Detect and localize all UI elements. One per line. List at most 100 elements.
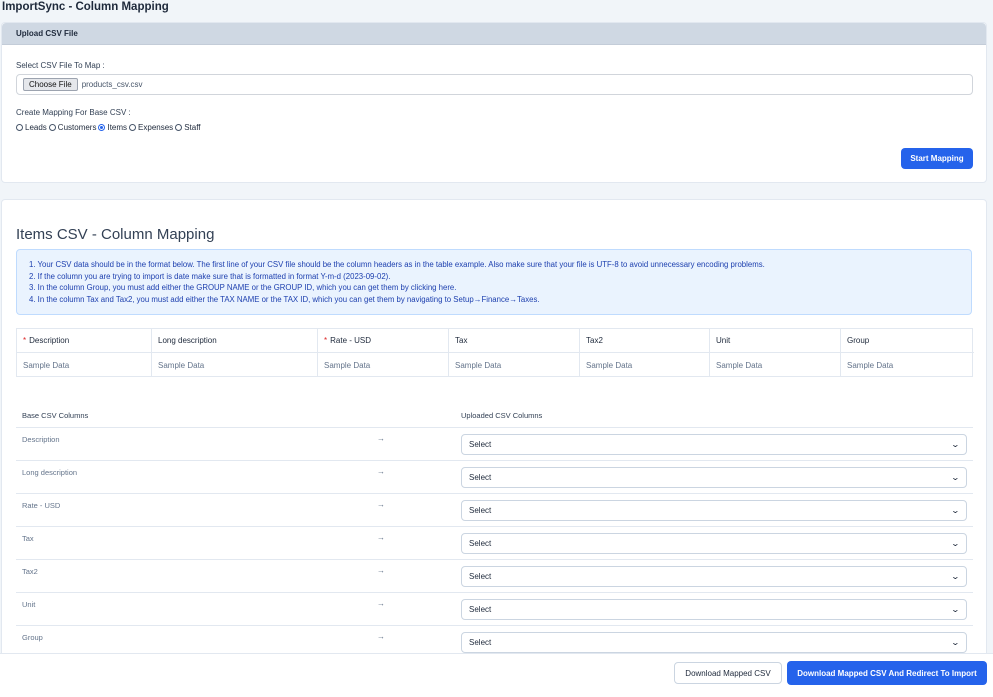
select-value: Select <box>469 506 492 515</box>
chevron-down-icon: ⌄ <box>950 506 961 515</box>
chevron-down-icon: ⌄ <box>950 440 961 449</box>
instructions-notice: 1. Your CSV data should be in the format… <box>16 249 972 315</box>
radio-button[interactable] <box>16 124 23 131</box>
column-select[interactable]: Select ⌄ <box>461 467 967 488</box>
sample-cell: Sample Data <box>449 353 580 377</box>
instruction-line: 3. In the column Group, you must add eit… <box>29 283 457 292</box>
instruction-line: 4. In the column Tax and Tax2, you must … <box>29 294 540 304</box>
sample-cell: Sample Data <box>318 353 449 377</box>
radio-staff[interactable]: Staff <box>175 123 202 132</box>
radio-leads[interactable]: Leads <box>16 123 49 132</box>
arrow-right-icon: → <box>377 467 385 476</box>
select-value: Select <box>469 572 492 581</box>
sample-cell: Sample Data <box>580 353 710 377</box>
radio-label: Customers <box>57 123 97 132</box>
required-marker: * <box>324 336 328 345</box>
chevron-down-icon: ⌄ <box>950 638 961 647</box>
file-input[interactable]: Choose File products_csv.csv <box>16 74 973 95</box>
download-mapped-csv-button[interactable]: Download Mapped CSV <box>674 662 782 684</box>
base-column-label: Description <box>22 435 60 444</box>
sample-header-label: Unit <box>716 336 731 345</box>
sample-header-label: Tax2 <box>586 336 603 345</box>
column-select[interactable]: Select ⌄ <box>461 566 967 587</box>
required-marker: * <box>23 336 27 345</box>
column-select[interactable]: Select ⌄ <box>461 500 967 521</box>
sample-header-label: Group <box>847 336 870 345</box>
column-select[interactable]: Select ⌄ <box>461 434 967 455</box>
base-column-label: Long description <box>22 468 78 477</box>
select-value: Select <box>469 638 492 647</box>
sample-header: Tax2 <box>580 329 710 353</box>
divider <box>16 526 973 527</box>
file-label: Select CSV File To Map : <box>16 61 105 70</box>
arrow-right-icon: → <box>377 566 385 575</box>
start-mapping-button[interactable]: Start Mapping <box>901 148 973 169</box>
upload-card: Upload CSV File Select CSV File To Map :… <box>1 22 987 183</box>
chevron-down-icon: ⌄ <box>950 572 961 581</box>
sample-table: * Description Long description * Rate - US… <box>16 328 974 377</box>
base-column-label: Tax2 <box>22 567 38 576</box>
chevron-down-icon: ⌄ <box>950 605 961 614</box>
radio-button[interactable] <box>98 124 106 131</box>
radio-label: Items <box>107 123 128 132</box>
download-and-redirect-button[interactable]: Download Mapped CSV And Redirect To Impo… <box>787 661 987 685</box>
radio-label: Expenses <box>138 123 174 132</box>
chevron-down-icon: ⌄ <box>950 539 961 548</box>
sample-cell: Sample Data <box>847 360 894 370</box>
base-column-label: Tax <box>22 534 34 543</box>
divider <box>16 592 973 593</box>
select-value: Select <box>469 473 492 482</box>
sample-header: Unit <box>710 329 841 353</box>
action-footer: Download Mapped CSV Download Mapped CSV … <box>0 653 993 697</box>
radio-customers[interactable]: Customers <box>48 123 99 132</box>
radio-label: Leads <box>25 123 47 132</box>
arrow-right-icon: → <box>377 434 385 443</box>
base-csv-radio-group: Leads Customers Items Expenses Staff <box>16 123 203 132</box>
arrow-right-icon: → <box>377 632 385 641</box>
sample-header: * Rate - USD <box>318 329 449 353</box>
select-value: Select <box>469 539 492 548</box>
sample-cell: Sample Data <box>152 353 318 377</box>
radio-button[interactable] <box>129 124 137 131</box>
sample-header-label: Tax <box>455 336 468 345</box>
sample-header-label: Rate - USD <box>330 336 372 345</box>
radio-expenses[interactable]: Expenses <box>129 123 175 132</box>
divider <box>16 625 973 626</box>
radio-items[interactable]: Items <box>98 123 129 132</box>
divider <box>16 559 973 560</box>
upload-card-header: Upload CSV File <box>2 23 986 45</box>
sample-header: Long description <box>152 329 318 353</box>
page-title: ImportSync - Column Mapping <box>2 1 169 13</box>
sample-header-label: Description <box>29 336 70 345</box>
radio-button[interactable] <box>175 124 183 131</box>
file-name: products_csv.csv <box>81 80 143 89</box>
select-value: Select <box>469 605 492 614</box>
choose-file-button[interactable]: Choose File <box>23 78 78 91</box>
base-column-label: Unit <box>22 600 36 609</box>
sample-cell: Sample Data <box>17 353 152 377</box>
sample-header: Group <box>841 329 974 353</box>
mapping-title: Items CSV - Column Mapping <box>16 226 215 243</box>
divider <box>16 493 973 494</box>
radio-button[interactable] <box>48 124 56 131</box>
column-select[interactable]: Select ⌄ <box>461 632 967 653</box>
sample-header: Tax <box>449 329 580 353</box>
instruction-line: 2. If the column you are trying to impor… <box>29 271 391 281</box>
instruction-line: 1. Your CSV data should be in the format… <box>29 260 765 269</box>
arrow-right-icon: → <box>377 533 385 542</box>
column-select[interactable]: Select ⌄ <box>461 599 967 620</box>
base-column-label: Rate - USD <box>22 501 61 510</box>
arrow-right-icon: → <box>377 599 385 608</box>
divider <box>16 460 973 461</box>
arrow-right-icon: → <box>377 500 385 509</box>
mapping-card: Items CSV - Column Mapping 1. Your CSV d… <box>1 199 987 697</box>
radio-label: Staff <box>184 123 201 132</box>
column-select[interactable]: Select ⌄ <box>461 533 967 554</box>
select-value: Select <box>469 440 492 449</box>
base-column-label: Group <box>22 633 43 642</box>
base-csv-label: Create Mapping For Base CSV : <box>16 108 131 117</box>
chevron-down-icon: ⌄ <box>950 473 961 482</box>
base-columns-header: Base CSV Columns <box>22 411 89 420</box>
sample-header-label: Long description <box>158 336 217 345</box>
divider <box>16 427 973 428</box>
